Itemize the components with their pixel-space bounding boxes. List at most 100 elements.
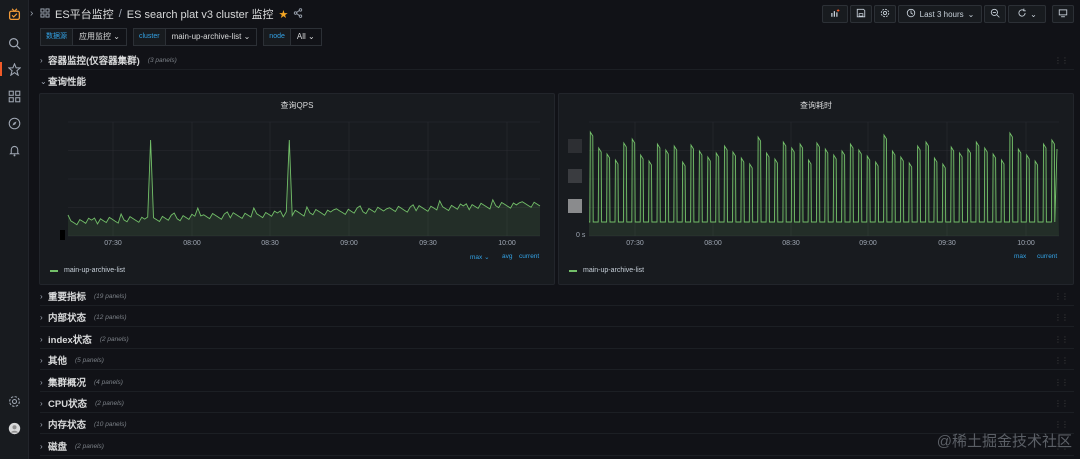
row-container-monitoring[interactable]: › 容器监控(仅容器集群) (3 panels) ⋮⋮ [40,51,1074,70]
legend-header-max[interactable]: max ⌄ [470,253,490,261]
variable-select-datasource[interactable]: 应用监控 ⌄ [73,28,127,46]
chevron-right-icon: › [40,355,43,365]
y-axis-redacted [60,230,65,240]
qps-graph[interactable]: 07:30 08:00 08:30 09:00 09:30 10:00 [40,94,554,254]
chevron-down-icon: ⌄ [113,32,120,41]
legend-header-avg[interactable]: avg [502,253,512,260]
y-axis-redacted [568,169,582,183]
sidebar [0,0,29,459]
chevron-down-icon: ⌄ [308,32,315,41]
drag-handle-icon[interactable]: ⋮⋮ [1054,335,1069,344]
row-title: index状态 [48,335,92,346]
settings-icon[interactable] [6,393,22,409]
add-panel-icon [830,8,840,20]
row-panel-count: (3 panels) [147,56,177,64]
latency-graph[interactable]: 0 s 07:30 08:00 08:30 09:00 09:30 10:00 [559,94,1073,254]
panel-query-qps[interactable]: 查询QPS 07:30 08:00 08:30 09:00 09:30 10:00 max… [39,93,555,285]
x-tick-label: 08:00 [183,240,201,247]
row-title: 内存状态 [48,420,87,431]
panel-query-latency[interactable]: 查询耗时 0 s 07:30 08:00 08:30 09:00 09:30 10:00 … [558,93,1074,285]
row-other[interactable]: › 其他 (5 panels) ⋮⋮ [40,351,1074,370]
legend-label: main-up-archive-list [583,267,645,274]
row-index-state[interactable]: › index状态 (2 panels) ⋮⋮ [40,330,1074,349]
alerting-icon[interactable] [6,142,22,158]
y-tick-label: 0 s [576,232,586,239]
active-indicator [0,62,2,76]
drag-handle-icon[interactable]: ⋮⋮ [1054,292,1069,301]
chevron-down-icon: ⌄ [243,32,251,41]
row-panel-count: (4 panels) [94,378,123,386]
grafana-logo-icon[interactable] [6,6,22,22]
x-tick-label: 10:00 [498,240,516,247]
add-panel-button[interactable] [822,5,848,23]
avatar[interactable] [6,420,22,436]
row-memory-state[interactable]: › 内存状态 (10 panels) ⋮⋮ [40,415,1074,434]
variables-bar: 数据源 应用监控 ⌄ cluster main-up-archive-list … [40,28,328,46]
row-key-metrics[interactable]: › 重要指标 (19 panels) ⋮⋮ [40,287,1074,306]
drag-handle-icon[interactable]: ⋮⋮ [1054,420,1069,429]
row-panel-count: (2 panels) [95,399,124,407]
breadcrumb-separator: / [118,8,122,20]
legend-header-current[interactable]: current [1037,253,1057,260]
share-icon[interactable] [293,7,303,21]
star-icon[interactable] [6,61,22,77]
variable-select-cluster[interactable]: main-up-archive-list ⌄ [165,28,258,46]
legend-header-current[interactable]: current [519,253,539,260]
chevron-down-icon: ⌄ [40,76,47,86]
variable-label-datasource: 数据源 [40,28,73,46]
dashboard-title[interactable]: ES search plat v3 cluster 监控 [127,6,274,22]
explore-icon[interactable] [6,115,22,131]
drag-handle-icon[interactable]: ⋮⋮ [1054,313,1069,322]
row-cpu-state[interactable]: › CPU状态 (2 panels) ⋮⋮ [40,394,1074,413]
row-title: 内部状态 [48,313,87,324]
dashboards-icon[interactable] [6,88,22,104]
refresh-button[interactable]: ⌄ [1008,5,1046,23]
row-panel-count: (10 panels) [94,420,127,428]
settings-icon [880,8,890,20]
legend-label: main-up-archive-list [64,267,126,274]
settings-button[interactable] [874,5,896,23]
drag-handle-icon[interactable]: ⋮⋮ [1054,399,1069,408]
y-axis-redacted [568,199,582,213]
search-icon[interactable] [6,35,22,51]
time-picker[interactable]: Last 3 hours ⌄ [898,5,982,23]
tv-mode-button[interactable] [1052,5,1074,23]
clock-icon [906,8,916,20]
variable-value: All [296,32,306,41]
x-tick-label: 08:30 [782,240,800,247]
legend-color-swatch [569,269,577,272]
row-title: 其他 [48,356,68,367]
row-disk[interactable]: › 磁盘 (2 panels) ⋮⋮ [40,437,1074,456]
chevron-down-icon: ⌄ [967,9,975,19]
star-icon[interactable]: ★ [278,8,288,21]
row-title: 容器监控(仅容器集群) [48,56,140,67]
legend-header-max[interactable]: max [1014,253,1026,260]
zoom-out-button[interactable] [984,5,1006,23]
row-title: CPU状态 [48,399,88,410]
zoom-out-icon [990,8,1000,20]
drag-handle-icon[interactable]: ⋮⋮ [1054,378,1069,387]
x-tick-label: 08:30 [261,240,279,247]
dashboards-icon [40,7,50,21]
chevron-right-icon: › [40,398,43,408]
variable-value: 应用监控 [79,32,111,41]
row-query-performance[interactable]: ⌄ 查询性能 [40,72,1074,90]
variable-select-node[interactable]: All ⌄ [290,28,322,46]
x-tick-label: 10:00 [1017,240,1035,247]
variable-label-cluster: cluster [132,28,166,46]
drag-handle-icon[interactable]: ⋮⋮ [1054,56,1069,65]
save-button[interactable] [850,5,872,23]
legend-item[interactable]: main-up-archive-list [569,267,644,274]
legend-item[interactable]: main-up-archive-list [50,267,125,274]
drag-handle-icon[interactable]: ⋮⋮ [1054,356,1069,365]
x-tick-label: 09:30 [938,240,956,247]
row-panel-count: (12 panels) [94,313,127,321]
expand-sidebar-icon[interactable]: › [30,8,33,19]
row-panel-count: (2 panels) [99,335,129,343]
row-cluster-overview[interactable]: › 集群概况 (4 panels) ⋮⋮ [40,373,1074,392]
row-internal-state[interactable]: › 内部状态 (12 panels) ⋮⋮ [40,308,1074,327]
refresh-icon [1017,8,1027,20]
folder-link[interactable]: ES平台监控 [55,6,114,22]
x-tick-label: 09:00 [340,240,358,247]
chevron-right-icon: › [40,291,43,301]
